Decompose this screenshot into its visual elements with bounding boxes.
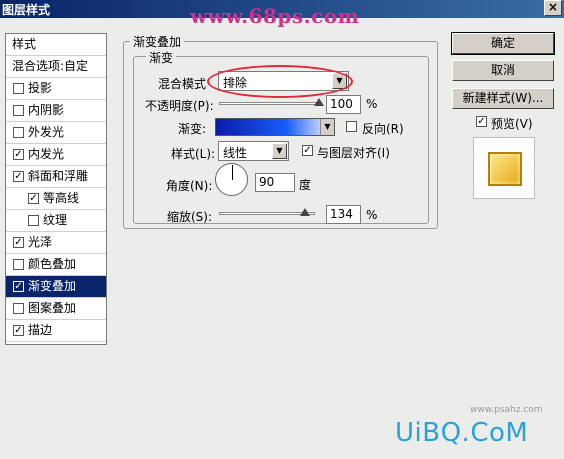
style-item[interactable]: 图案叠加: [6, 298, 106, 320]
ok-button[interactable]: 确定: [451, 32, 555, 55]
angle-input[interactable]: 90: [255, 173, 295, 192]
gradient-picker[interactable]: ▼: [215, 118, 335, 136]
style-select[interactable]: 线性 ▼: [218, 141, 289, 161]
reverse-checkbox[interactable]: [346, 121, 357, 132]
watermark-text: www.68ps.com: [190, 4, 360, 28]
style-item-label: 内发光: [28, 147, 65, 161]
style-item[interactable]: 外发光: [6, 122, 106, 144]
logo-watermark: UiBQ.CoM: [395, 418, 529, 448]
opacity-slider-track[interactable]: [219, 102, 319, 105]
style-item-checkbox[interactable]: [13, 83, 24, 94]
preview-label: 预览(V): [491, 117, 533, 131]
opacity-slider-thumb[interactable]: [314, 98, 324, 106]
style-item[interactable]: 颜色叠加: [6, 254, 106, 276]
style-item[interactable]: 内阴影: [6, 100, 106, 122]
angle-dial[interactable]: [215, 163, 248, 196]
style-item-label: 混合选项:自定: [12, 59, 89, 73]
style-value: 线性: [223, 146, 248, 160]
window-title: 图层样式: [2, 3, 51, 17]
cancel-button[interactable]: 取消: [452, 60, 554, 81]
style-item-label: 图案叠加: [28, 301, 77, 315]
highlight-ellipse: [207, 65, 353, 98]
styles-list: 样式混合选项:自定投影内阴影外发光 ✓ 内发光 ✓ 斜面和浮雕 ✓ 等高线纹理 ✓ 光泽颜色叠加…: [5, 33, 107, 345]
style-item-label: 斜面和浮雕: [28, 169, 89, 183]
align-label: 与图层对齐(I): [317, 146, 390, 160]
style-item-checkbox[interactable]: [13, 303, 24, 314]
style-preview-thumbnail: [473, 137, 535, 199]
style-item-label: 描边: [28, 323, 53, 337]
style-item-checkbox[interactable]: [13, 259, 24, 270]
style-item[interactable]: ✓ 描边: [6, 320, 106, 342]
style-item-checkbox[interactable]: ✓: [13, 325, 24, 336]
angle-dial-hand: [232, 165, 233, 180]
angle-label: 角度(N):: [166, 179, 213, 193]
scale-unit: %: [366, 208, 378, 222]
angle-unit: 度: [299, 178, 312, 192]
styles-header-label: 样式: [12, 37, 37, 51]
style-label: 样式(L):: [171, 147, 216, 161]
scale-label: 缩放(S):: [167, 210, 213, 224]
opacity-unit: %: [366, 97, 378, 111]
chevron-down-icon: ▼: [272, 143, 287, 159]
opacity-input[interactable]: 100: [326, 95, 361, 114]
style-item-checkbox[interactable]: ✓: [28, 193, 39, 204]
subgroup-title: 渐变: [146, 49, 177, 66]
style-item[interactable]: 混合选项:自定: [6, 56, 106, 78]
preview-square: [488, 152, 522, 186]
close-button[interactable]: ×: [544, 0, 562, 16]
opacity-label: 不透明度(P):: [145, 99, 214, 113]
style-item-label: 纹理: [43, 213, 68, 227]
scale-input[interactable]: 134: [326, 205, 361, 224]
style-item[interactable]: ✓ 光泽: [6, 232, 106, 254]
style-item-label: 外发光: [28, 125, 65, 139]
style-item-label: 内阴影: [28, 103, 65, 117]
site-watermark: www.psahz.com: [470, 405, 543, 415]
styles-list-header: 样式: [6, 34, 106, 56]
style-item[interactable]: 投影: [6, 78, 106, 100]
preview-checkbox[interactable]: ✓: [476, 116, 487, 127]
style-item[interactable]: ✓ 斜面和浮雕: [6, 166, 106, 188]
style-item[interactable]: ✓ 内发光: [6, 144, 106, 166]
style-item-checkbox[interactable]: ✓: [13, 237, 24, 248]
chevron-down-icon: ▼: [320, 119, 334, 135]
style-item[interactable]: ✓ 等高线: [6, 188, 106, 210]
align-checkbox[interactable]: ✓: [302, 145, 313, 156]
style-item-checkbox[interactable]: ✓: [13, 171, 24, 182]
gradient-label: 渐变:: [178, 122, 207, 136]
style-item-label: 投影: [28, 81, 53, 95]
style-item-checkbox[interactable]: [28, 215, 39, 226]
group-title: 渐变叠加: [130, 33, 185, 50]
style-item-checkbox[interactable]: [13, 127, 24, 138]
style-item[interactable]: 纹理: [6, 210, 106, 232]
style-item-label: 渐变叠加: [28, 279, 77, 293]
style-item-checkbox[interactable]: ✓: [13, 281, 24, 292]
style-item-label: 光泽: [28, 235, 53, 249]
style-item-label: 等高线: [43, 191, 80, 205]
style-item-checkbox[interactable]: [13, 105, 24, 116]
style-item-checkbox[interactable]: ✓: [13, 149, 24, 160]
new-style-button[interactable]: 新建样式(W)...: [452, 88, 554, 109]
blend-mode-label: 混合模式: [158, 77, 207, 91]
scale-slider-thumb[interactable]: [299, 208, 310, 216]
style-item-label: 颜色叠加: [28, 257, 77, 271]
reverse-label: 反向(R): [362, 122, 404, 136]
style-item[interactable]: ✓ 渐变叠加: [6, 276, 106, 298]
